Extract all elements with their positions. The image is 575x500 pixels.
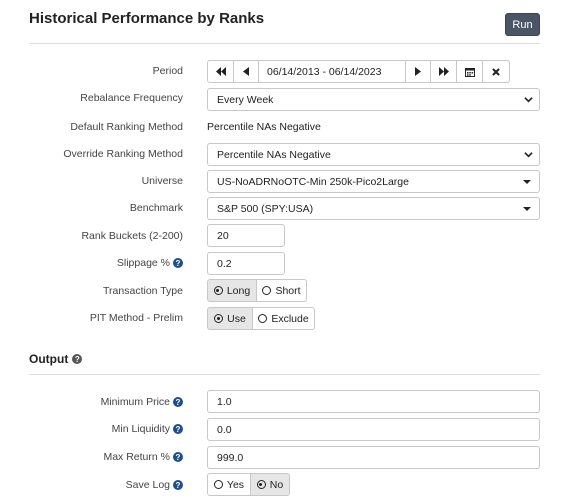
rank-buckets-input[interactable]: 20 — [207, 224, 285, 247]
universe-label: Universe — [141, 175, 183, 187]
radio-checked-icon — [214, 314, 224, 323]
minimum-price-input[interactable]: 1.0 — [207, 390, 540, 413]
chevron-down-icon — [524, 152, 533, 158]
help-icon[interactable]: ? — [173, 424, 183, 434]
slippage-label: Slippage %? — [117, 255, 183, 271]
transaction-type-label: Transaction Type — [103, 285, 183, 297]
min-liquidity-label: Min Liquidity? — [112, 421, 183, 437]
page-title: Historical Performance by Ranks — [29, 10, 265, 27]
default-ranking-label: Default Ranking Method — [70, 121, 183, 133]
period-control: 06/14/2013 - 06/14/2023 — [207, 60, 510, 83]
last-period-button[interactable] — [430, 60, 457, 83]
pit-use-option[interactable]: Use — [207, 307, 253, 330]
calendar-button[interactable] — [456, 60, 483, 83]
radio-unchecked-icon — [258, 314, 268, 323]
radio-checked-icon — [213, 286, 223, 295]
max-return-input[interactable]: 999.0 — [207, 446, 540, 469]
calendar-icon — [464, 67, 475, 77]
radio-unchecked-icon — [213, 480, 223, 489]
divider — [29, 374, 540, 375]
left-icon — [243, 67, 249, 76]
first-period-button[interactable] — [207, 60, 234, 83]
period-input[interactable]: 06/14/2013 - 06/14/2023 — [258, 60, 406, 83]
universe-value: US-NoADRNoOTC-Min 250k-Pico2Large — [217, 175, 409, 188]
save-log-label: Save Log? — [126, 477, 183, 493]
save-log-no-option[interactable]: No — [250, 473, 290, 496]
default-ranking-value: Percentile NAs Negative — [207, 121, 321, 133]
pit-method-toggle: Use Exclude — [207, 307, 315, 330]
chevron-down-icon — [524, 97, 533, 103]
universe-select[interactable]: US-NoADRNoOTC-Min 250k-Pico2Large — [207, 170, 540, 193]
help-icon[interactable]: ? — [173, 480, 183, 490]
max-return-label: Max Return %? — [103, 449, 183, 465]
period-label: Period — [152, 65, 183, 77]
close-icon — [492, 67, 500, 76]
run-button[interactable]: Run — [505, 13, 540, 36]
override-ranking-select[interactable]: Percentile NAs Negative — [207, 143, 540, 166]
help-icon[interactable]: ? — [173, 452, 183, 462]
pit-exclude-option[interactable]: Exclude — [252, 307, 315, 330]
override-ranking-value: Percentile NAs Negative — [217, 148, 331, 161]
rebalance-frequency-value: Every Week — [217, 93, 274, 106]
right-icon — [415, 67, 421, 76]
help-icon[interactable]: ? — [173, 258, 183, 268]
double-right-icon — [438, 67, 449, 76]
slippage-input[interactable]: 0.2 — [207, 252, 285, 275]
benchmark-label: Benchmark — [129, 202, 183, 214]
transaction-type-toggle: Long Short — [207, 279, 307, 302]
double-left-icon — [215, 67, 226, 76]
radio-unchecked-icon — [262, 286, 272, 295]
rank-buckets-label: Rank Buckets (2-200) — [81, 230, 183, 242]
output-section-title: Output? — [29, 352, 83, 366]
transaction-short-option[interactable]: Short — [256, 279, 307, 302]
save-log-toggle: Yes No — [207, 473, 290, 496]
transaction-long-option[interactable]: Long — [207, 279, 257, 302]
prev-period-button[interactable] — [233, 60, 259, 83]
rebalance-frequency-label: Rebalance Frequency — [80, 92, 183, 104]
pit-method-label: PIT Method - Prelim — [89, 312, 183, 324]
caret-down-icon — [523, 207, 531, 211]
clear-period-button[interactable] — [482, 60, 510, 83]
radio-checked-icon — [256, 480, 266, 489]
rebalance-frequency-select[interactable]: Every Week — [207, 88, 540, 111]
benchmark-value: S&P 500 (SPY:USA) — [217, 202, 314, 215]
minimum-price-label: Minimum Price? — [101, 394, 183, 410]
save-log-yes-option[interactable]: Yes — [207, 473, 251, 496]
min-liquidity-input[interactable]: 0.0 — [207, 418, 540, 441]
help-icon[interactable]: ? — [173, 397, 183, 407]
divider — [29, 43, 540, 44]
benchmark-select[interactable]: S&P 500 (SPY:USA) — [207, 197, 540, 220]
caret-down-icon — [523, 180, 531, 184]
help-icon[interactable]: ? — [72, 354, 83, 364]
override-ranking-label: Override Ranking Method — [63, 148, 183, 160]
next-period-button[interactable] — [405, 60, 431, 83]
